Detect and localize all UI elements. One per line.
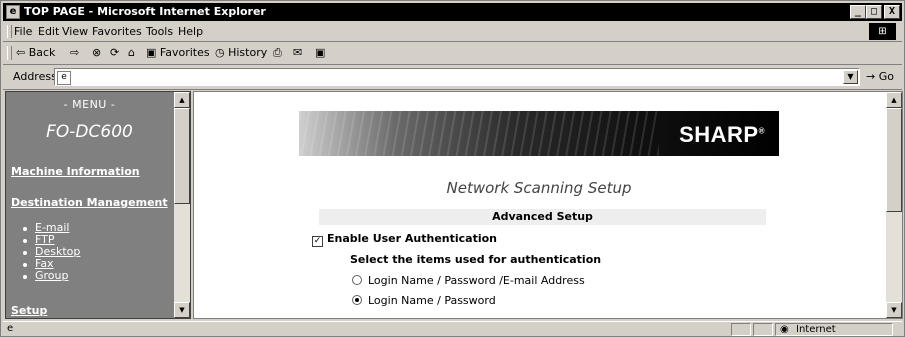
setup-link[interactable]: Setup (11, 304, 47, 317)
scroll-down-icon[interactable]: ▼ (174, 302, 190, 318)
brand-name: SHARP (679, 122, 759, 147)
menu-help[interactable]: Help (178, 25, 203, 38)
registered-mark: ® (758, 126, 765, 136)
option-label: Login Name / Password (368, 294, 496, 307)
title-bar: e TOP PAGE - Microsoft Internet Explorer… (3, 3, 902, 21)
browser-window: e TOP PAGE - Microsoft Internet Explorer… (0, 0, 905, 337)
menu-edit[interactable]: Edit (38, 25, 59, 38)
edit-icon[interactable]: ▣ (315, 46, 325, 59)
standard-toolbar: ⇦ Back ⇨ ⊗ ⟳ ⌂ ▣ Favorites ◷ History ⎙ ✉… (3, 42, 902, 65)
section-header: Advanced Setup (319, 209, 766, 225)
menu-bar: File Edit View Favorites Tools Help ⊞ (3, 22, 902, 42)
window-title: TOP PAGE - Microsoft Internet Explorer (24, 5, 266, 18)
print-icon[interactable]: ⎙ (273, 46, 282, 60)
menu-heading: - MENU - (63, 98, 116, 111)
scroll-down-icon[interactable]: ▼ (886, 302, 902, 318)
windows-logo-icon: ⊞ (869, 23, 896, 40)
scroll-thumb[interactable] (174, 108, 190, 204)
banner-pattern (299, 111, 659, 156)
ie-logo-icon: e (6, 5, 20, 19)
address-input[interactable]: e ▼ (54, 68, 860, 86)
status-bar: e ◉ Internet (3, 321, 902, 337)
zone-cell: ◉ Internet (775, 323, 893, 336)
machine-information-link[interactable]: Machine Information (11, 165, 140, 178)
address-bar: Address e ▼ → Go (3, 65, 902, 90)
go-label: Go (878, 70, 894, 83)
sharp-logo: SHARP® (679, 122, 765, 148)
model-name: FO-DC600 (46, 122, 133, 142)
favorites-button[interactable]: ▣ Favorites (146, 46, 210, 59)
mail-icon[interactable]: ✉ (293, 46, 302, 59)
option-label: Login Name / Password /E-mail Address (368, 274, 585, 287)
menu-file[interactable]: File (14, 25, 32, 38)
option-login-password[interactable]: Login Name / Password (352, 294, 496, 307)
nav-group-link[interactable]: Group (35, 269, 69, 282)
status-cell (731, 323, 751, 336)
forward-button[interactable]: ⇨ (70, 46, 79, 59)
select-items-label: Select the items used for authentication (350, 253, 602, 266)
bullet-icon (23, 251, 27, 255)
navigation-frame: - MENU - FO-DC600 Machine Information De… (5, 91, 191, 319)
radio-unselected-icon[interactable] (352, 275, 362, 285)
menu-view[interactable]: View (62, 25, 88, 38)
page-title: Network Scanning Setup (446, 179, 632, 197)
sharp-banner: SHARP® (299, 111, 779, 156)
address-dropdown-icon[interactable]: ▼ (843, 70, 858, 84)
scroll-up-icon[interactable]: ▲ (174, 92, 190, 108)
close-button[interactable]: X (884, 5, 900, 19)
enable-auth-label: Enable User Authentication (327, 232, 498, 245)
menu-tools[interactable]: Tools (146, 25, 173, 38)
destination-management-link[interactable]: Destination Management (11, 196, 168, 209)
bullet-icon (23, 239, 27, 243)
back-button[interactable]: ⇦ Back (16, 46, 55, 59)
content-frame: SHARP® Network Scanning Setup Advanced S… (193, 91, 903, 319)
refresh-icon[interactable]: ⟳ (110, 46, 119, 59)
stop-icon[interactable]: ⊗ (92, 46, 101, 59)
globe-icon: ◉ (780, 324, 789, 335)
zone-label: Internet (796, 324, 836, 335)
content-scrollbar[interactable]: ▲ ▼ (886, 92, 902, 318)
go-button[interactable]: → Go (866, 70, 894, 83)
history-label: History (228, 46, 268, 59)
scroll-thumb[interactable] (886, 108, 902, 212)
option-login-password-email[interactable]: Login Name / Password /E-mail Address (352, 274, 585, 287)
bullet-icon (23, 227, 27, 231)
nav-content: - MENU - FO-DC600 Machine Information De… (6, 92, 173, 318)
history-button[interactable]: ◷ History (215, 46, 267, 59)
favorites-label: Favorites (159, 46, 210, 59)
address-label: Address (13, 70, 57, 83)
nav-scrollbar[interactable]: ▲ ▼ (174, 92, 190, 318)
enable-auth-row[interactable]: ✓ Enable User Authentication (312, 232, 497, 247)
menubar-grip (7, 25, 12, 38)
maximize-button[interactable]: □ (866, 5, 882, 19)
menu-favorites[interactable]: Favorites (92, 25, 142, 38)
page-icon: e (57, 71, 71, 85)
enable-auth-checkbox[interactable]: ✓ (312, 236, 323, 247)
status-cell (753, 323, 773, 336)
bullet-icon (23, 275, 27, 279)
minimize-button[interactable]: _ (850, 5, 866, 19)
radio-selected-icon[interactable] (352, 295, 362, 305)
bullet-icon (23, 263, 27, 267)
home-icon[interactable]: ⌂ (128, 46, 135, 59)
toolbar-grip (7, 46, 12, 60)
page-status-icon: e (7, 323, 14, 334)
scroll-up-icon[interactable]: ▲ (886, 92, 902, 108)
